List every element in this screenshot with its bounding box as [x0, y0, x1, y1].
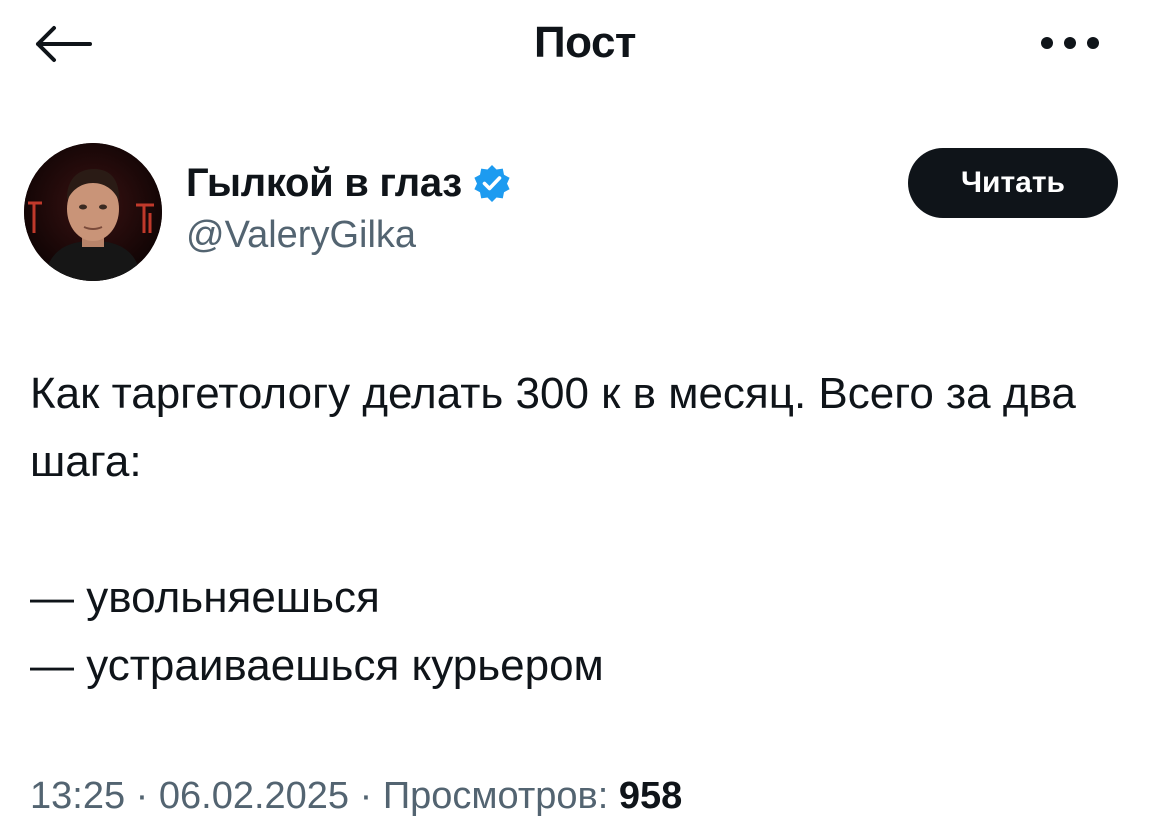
post-text: Как таргетологу делать 300 к в месяц. Вс… — [30, 360, 1140, 700]
views-count: 958 — [618, 775, 683, 817]
meta-separator: · — [135, 775, 149, 817]
more-button[interactable] — [1020, 18, 1120, 68]
post-date[interactable]: 06.02.2025 — [159, 775, 349, 817]
page-title: Пост — [534, 18, 636, 67]
post-meta: 13:25 · 06.02.2025 · Просмотров: 958 — [30, 775, 682, 818]
post-time[interactable]: 13:25 — [30, 775, 125, 817]
author-name[interactable]: Гылкой в глаз — [186, 161, 462, 206]
post-text-line: Как таргетологу делать 300 к в месяц. Вс… — [30, 369, 1076, 486]
avatar[interactable] — [24, 143, 162, 281]
post-text-line: — устраиваешься курьером — [30, 641, 604, 690]
author-name-row: Гылкой в глаз — [186, 160, 512, 206]
post-text-line: — увольняешься — [30, 573, 380, 622]
verified-badge-icon — [474, 165, 510, 202]
top-bar: Пост — [0, 0, 1170, 90]
views-label: Просмотров: — [382, 775, 609, 817]
author-handle[interactable]: @ValeryGilka — [186, 214, 416, 257]
meta-separator: · — [359, 775, 373, 817]
follow-button[interactable]: Читать — [908, 148, 1118, 218]
more-horizontal-icon — [1041, 37, 1099, 49]
avatar-image — [24, 143, 162, 281]
